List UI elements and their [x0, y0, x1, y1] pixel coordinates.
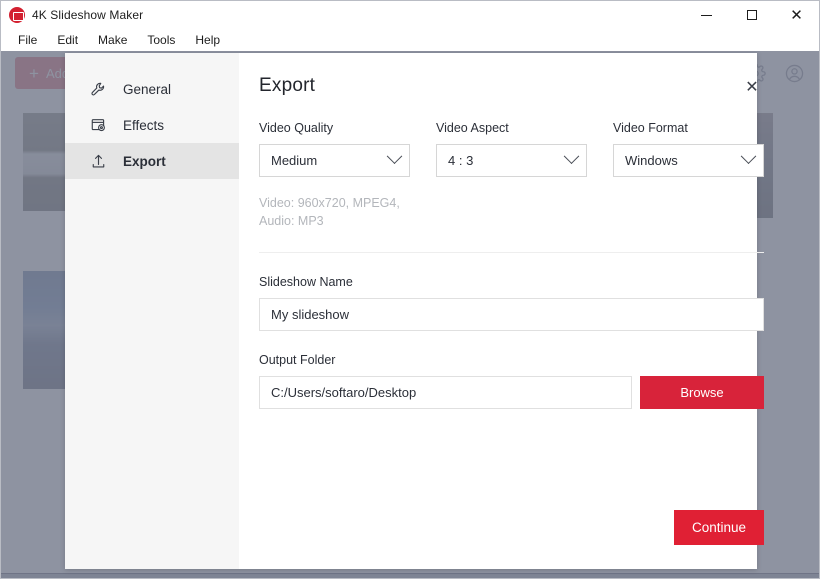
video-quality-label: Video Quality	[259, 121, 334, 135]
dialog-main: Export ✕ Video Quality Medium Video Aspe…	[239, 53, 790, 569]
video-quality-value: Medium	[271, 153, 318, 168]
app-logo-icon	[9, 7, 25, 23]
chevron-down-icon	[563, 148, 580, 165]
sidebar-item-general[interactable]: General	[65, 71, 239, 107]
effects-icon	[89, 116, 107, 134]
app-window: 4K Slideshow Maker ✕ File Edit Make Tool…	[0, 0, 820, 579]
browse-button[interactable]: Browse	[640, 376, 764, 410]
sidebar-item-export[interactable]: Export	[65, 143, 239, 179]
menu-item-tools[interactable]: Tools	[138, 30, 184, 50]
menu-item-edit[interactable]: Edit	[48, 30, 87, 50]
sidebar-item-effects[interactable]: Effects	[65, 107, 239, 143]
output-folder-row: C:/Users/softaro/Desktop Browse	[259, 376, 764, 410]
video-format-label: Video Format	[613, 121, 688, 135]
menu-item-help[interactable]: Help	[186, 30, 229, 50]
menu-bar: File Edit Make Tools Help	[1, 29, 819, 51]
slideshow-name-input[interactable]: My slideshow	[259, 298, 764, 332]
title-bar: 4K Slideshow Maker ✕	[1, 1, 819, 29]
video-aspect-field: Video Aspect 4 : 3	[436, 121, 587, 177]
status-bar	[1, 573, 819, 578]
video-format-value: Windows	[625, 153, 678, 168]
summary-video-line: Video: 960x720, MPEG4,	[259, 196, 400, 210]
slideshow-name-value: My slideshow	[271, 307, 350, 323]
output-folder-block: Output Folder C:/Users/softaro/Desktop B…	[259, 353, 764, 410]
sidebar-item-label: General	[123, 81, 172, 97]
close-icon: ✕	[745, 77, 759, 96]
video-format-select[interactable]: Windows	[613, 144, 764, 177]
export-settings-row: Video Quality Medium Video Aspect 4 : 3 …	[259, 121, 764, 177]
close-window-button[interactable]: ✕	[774, 1, 819, 29]
close-icon: ✕	[790, 5, 803, 24]
video-quality-select[interactable]: Medium	[259, 144, 410, 177]
window-title: 4K Slideshow Maker	[32, 8, 144, 22]
dialog-header: Export ✕	[259, 75, 764, 99]
minimize-button[interactable]	[684, 1, 729, 29]
export-format-summary: Video: 960x720, MPEG4, Audio: MP3	[259, 194, 459, 230]
sidebar-item-label: Export	[123, 153, 166, 169]
dialog-footer: Continue	[673, 510, 764, 545]
maximize-button[interactable]	[729, 1, 774, 29]
page-title: Export	[259, 75, 316, 96]
menu-item-make[interactable]: Make	[89, 30, 136, 50]
continue-button-label: Continue	[691, 520, 746, 535]
video-quality-field: Video Quality Medium	[259, 121, 410, 177]
continue-button[interactable]: Continue	[673, 510, 764, 545]
video-aspect-label: Video Aspect	[436, 121, 509, 135]
output-folder-input[interactable]: C:/Users/softaro/Desktop	[259, 376, 632, 410]
section-divider	[259, 252, 764, 254]
chevron-down-icon	[386, 148, 403, 165]
video-aspect-select[interactable]: 4 : 3	[436, 144, 587, 177]
browse-button-label: Browse	[680, 385, 724, 401]
slideshow-name-label: Slideshow Name	[259, 275, 353, 290]
output-folder-label: Output Folder	[259, 353, 336, 368]
chevron-down-icon	[740, 148, 757, 165]
window-controls: ✕	[684, 1, 819, 29]
dialog-sidebar: General Effects Export	[65, 53, 239, 569]
wrench-icon	[89, 80, 107, 98]
upload-icon	[89, 152, 107, 170]
slideshow-name-block: Slideshow Name My slideshow	[259, 275, 764, 332]
sidebar-item-label: Effects	[123, 117, 165, 133]
video-aspect-value: 4 : 3	[448, 153, 474, 168]
export-dialog: General Effects Export Export ✕ Video Qu…	[65, 53, 764, 569]
maximize-icon	[746, 10, 757, 20]
minimize-icon	[701, 14, 712, 16]
menu-item-file[interactable]: File	[9, 30, 46, 50]
summary-audio-line: Audio: MP3	[259, 214, 324, 229]
video-format-field: Video Format Windows	[613, 121, 764, 177]
close-dialog-button[interactable]: ✕	[740, 75, 764, 99]
output-folder-value: C:/Users/softaro/Desktop	[271, 385, 417, 401]
